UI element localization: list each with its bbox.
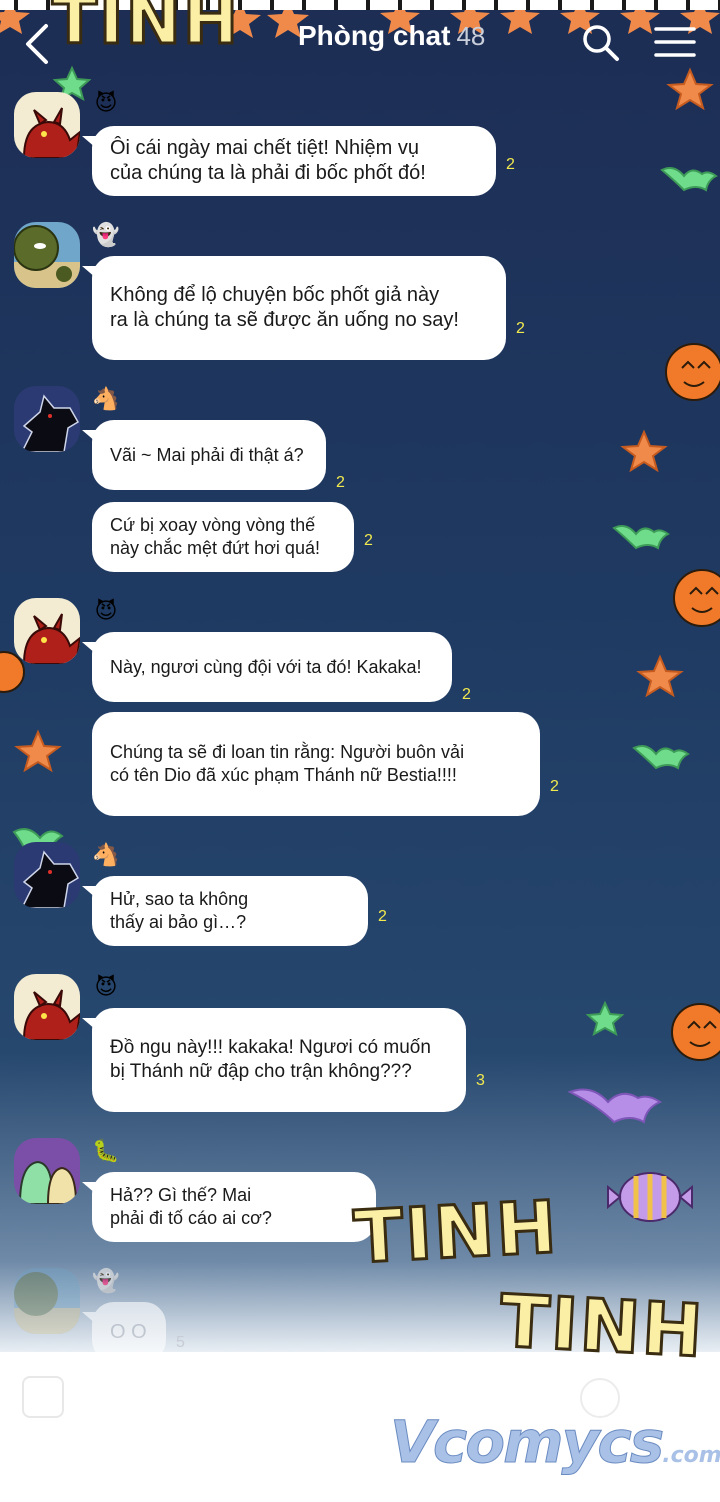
avatar-horse[interactable] bbox=[14, 386, 80, 452]
message-bubble[interactable]: Đồ ngu này!!! kakaka! Ngươi có muốn bị T… bbox=[82, 1008, 466, 1112]
read-count: 2 bbox=[378, 908, 387, 925]
message-line: bị Thánh nữ đập cho trận không??? bbox=[110, 1061, 412, 1082]
message-line: Không để lộ chuyện bốc phốt giả này bbox=[110, 284, 440, 306]
read-count: 2 bbox=[516, 320, 525, 337]
search-icon bbox=[583, 25, 619, 61]
avatar-ghost[interactable] bbox=[14, 222, 80, 288]
message-line: Hử, sao ta không bbox=[110, 889, 249, 909]
devil-avatar-icon bbox=[14, 92, 80, 158]
avatar-devil[interactable] bbox=[14, 598, 80, 664]
message-bubble[interactable]: Chúng ta sẽ đi loan tin rằng: Người buôn… bbox=[92, 712, 540, 816]
search-button[interactable] bbox=[580, 22, 620, 62]
avatar-ghost[interactable] bbox=[14, 1268, 80, 1334]
chat-screen: Phòng chat 48 TINH 😈 Ôi cái ngày mai chế bbox=[0, 0, 720, 1502]
message-line: Đồ ngu này!!! kakaka! Ngươi có muốn bbox=[110, 1037, 431, 1058]
avatar-horse[interactable] bbox=[14, 842, 80, 908]
sender-emoji: 👻 bbox=[92, 1269, 120, 1294]
read-count: 2 bbox=[462, 686, 471, 703]
avatar-pair[interactable] bbox=[14, 1138, 80, 1204]
sender-emoji: 🐴 bbox=[92, 843, 120, 868]
watermark-logo: Vcomycs.com bbox=[389, 1408, 720, 1478]
horse-avatar-icon bbox=[14, 842, 80, 908]
message-text: Không để lộ chuyện bốc phốt giả này ra l… bbox=[110, 283, 459, 333]
message-line: Này, ngươi cùng đội với ta đó! Kakaka! bbox=[110, 656, 422, 677]
message-text: Ôi cái ngày mai chết tiệt! Nhiệm vụ của … bbox=[110, 136, 426, 186]
message-text: Cứ bị xoay vòng vòng thế này chắc mệt đứ… bbox=[110, 514, 320, 560]
message-bubble[interactable]: Vãi ~ Mai phải đi thật á? bbox=[82, 420, 326, 490]
message-text: O O bbox=[110, 1320, 147, 1343]
page-title: Phòng chat bbox=[298, 20, 451, 51]
message-bubble[interactable]: Hử, sao ta không thấy ai bảo gì…? bbox=[82, 876, 368, 946]
message-text: Chúng ta sẽ đi loan tin rằng: Người buôn… bbox=[110, 741, 464, 787]
message-line: Vãi ~ Mai phải đi thật á? bbox=[110, 444, 304, 465]
watermark-suffix: .com bbox=[662, 1443, 720, 1468]
candy-icon bbox=[607, 1172, 693, 1222]
pair-avatar-icon bbox=[14, 1138, 80, 1204]
sender-emoji: 🐴 bbox=[92, 387, 120, 412]
horse-avatar-icon bbox=[14, 386, 80, 452]
message-text: Hử, sao ta không thấy ai bảo gì…? bbox=[110, 888, 248, 934]
sender-emoji: 😈 bbox=[94, 91, 118, 116]
message-bubble[interactable]: Hả?? Gì thế? Mai phải đi tố cáo ai cơ? bbox=[82, 1172, 376, 1242]
purple-bat-icon bbox=[567, 1088, 663, 1124]
read-count: 3 bbox=[476, 1072, 485, 1089]
watermark-brand: Vcomycs bbox=[389, 1408, 664, 1477]
avatar-devil[interactable] bbox=[14, 974, 80, 1040]
message-text: Vãi ~ Mai phải đi thật á? bbox=[110, 443, 304, 468]
message-line: này chắc mệt đứt hơi quá! bbox=[110, 538, 320, 558]
message-line: Chúng ta sẽ đi loan tin rằng: Người buôn… bbox=[110, 742, 465, 762]
sticker-tinh-2: TINH bbox=[496, 1277, 708, 1375]
hamburger-menu-icon bbox=[654, 27, 696, 57]
sticker-tinh-1: TINH bbox=[350, 1183, 562, 1281]
message-text: Đồ ngu này!!! kakaka! Ngươi có muốn bị T… bbox=[110, 1036, 431, 1084]
devil-avatar-icon bbox=[14, 974, 80, 1040]
sender-emoji: 🐛 bbox=[92, 1139, 120, 1164]
message-line: Cứ bị xoay vòng vòng thế bbox=[110, 515, 316, 535]
read-count: 5 bbox=[176, 1334, 185, 1351]
message-text: Này, ngươi cùng đội với ta đó! Kakaka! bbox=[110, 655, 421, 680]
member-count: 48 bbox=[456, 21, 486, 51]
message-bubble[interactable]: Ôi cái ngày mai chết tiệt! Nhiệm vụ của … bbox=[82, 126, 496, 196]
message-line: ra là chúng ta sẽ được ăn uống no say! bbox=[110, 309, 459, 331]
message-bubble[interactable]: Cứ bị xoay vòng vòng thế này chắc mệt đứ… bbox=[92, 502, 354, 572]
sender-emoji: 😈 bbox=[94, 975, 118, 1000]
avatar-devil[interactable] bbox=[14, 92, 80, 158]
message-line: thấy ai bảo gì…? bbox=[110, 912, 247, 932]
message-bubble[interactable]: Không để lộ chuyện bốc phốt giả này ra l… bbox=[82, 256, 506, 360]
message-line: Hả?? Gì thế? Mai bbox=[110, 1185, 252, 1205]
sender-emoji: 👻 bbox=[92, 223, 120, 248]
read-count: 2 bbox=[364, 532, 373, 549]
chat-title-area: Phòng chat 48 bbox=[298, 20, 485, 60]
chevron-left-icon bbox=[26, 24, 48, 64]
message-line: phải đi tố cáo ai cơ? bbox=[110, 1208, 272, 1228]
ghost-avatar-icon bbox=[14, 222, 80, 288]
sender-emoji: 😈 bbox=[94, 599, 118, 624]
menu-button[interactable] bbox=[654, 26, 696, 58]
message-line: Ôi cái ngày mai chết tiệt! Nhiệm vụ bbox=[110, 137, 420, 159]
read-count: 2 bbox=[550, 778, 559, 795]
ghost-avatar-icon bbox=[14, 1268, 80, 1334]
read-count: 2 bbox=[336, 474, 345, 491]
devil-avatar-icon bbox=[14, 598, 80, 664]
message-line: có tên Dio đã xúc phạm Thánh nữ Bestia!!… bbox=[110, 765, 457, 785]
sticker-tinh-top: TINH bbox=[50, 0, 241, 61]
message-text: Hả?? Gì thế? Mai phải đi tố cáo ai cơ? bbox=[110, 1184, 272, 1230]
message-line: của chúng ta là phải đi bốc phốt đó! bbox=[110, 162, 426, 184]
plus-icon[interactable] bbox=[22, 1376, 64, 1418]
back-button[interactable] bbox=[20, 22, 56, 66]
read-count: 2 bbox=[506, 156, 515, 173]
message-bubble[interactable]: Này, ngươi cùng đội với ta đó! Kakaka! bbox=[82, 632, 452, 702]
